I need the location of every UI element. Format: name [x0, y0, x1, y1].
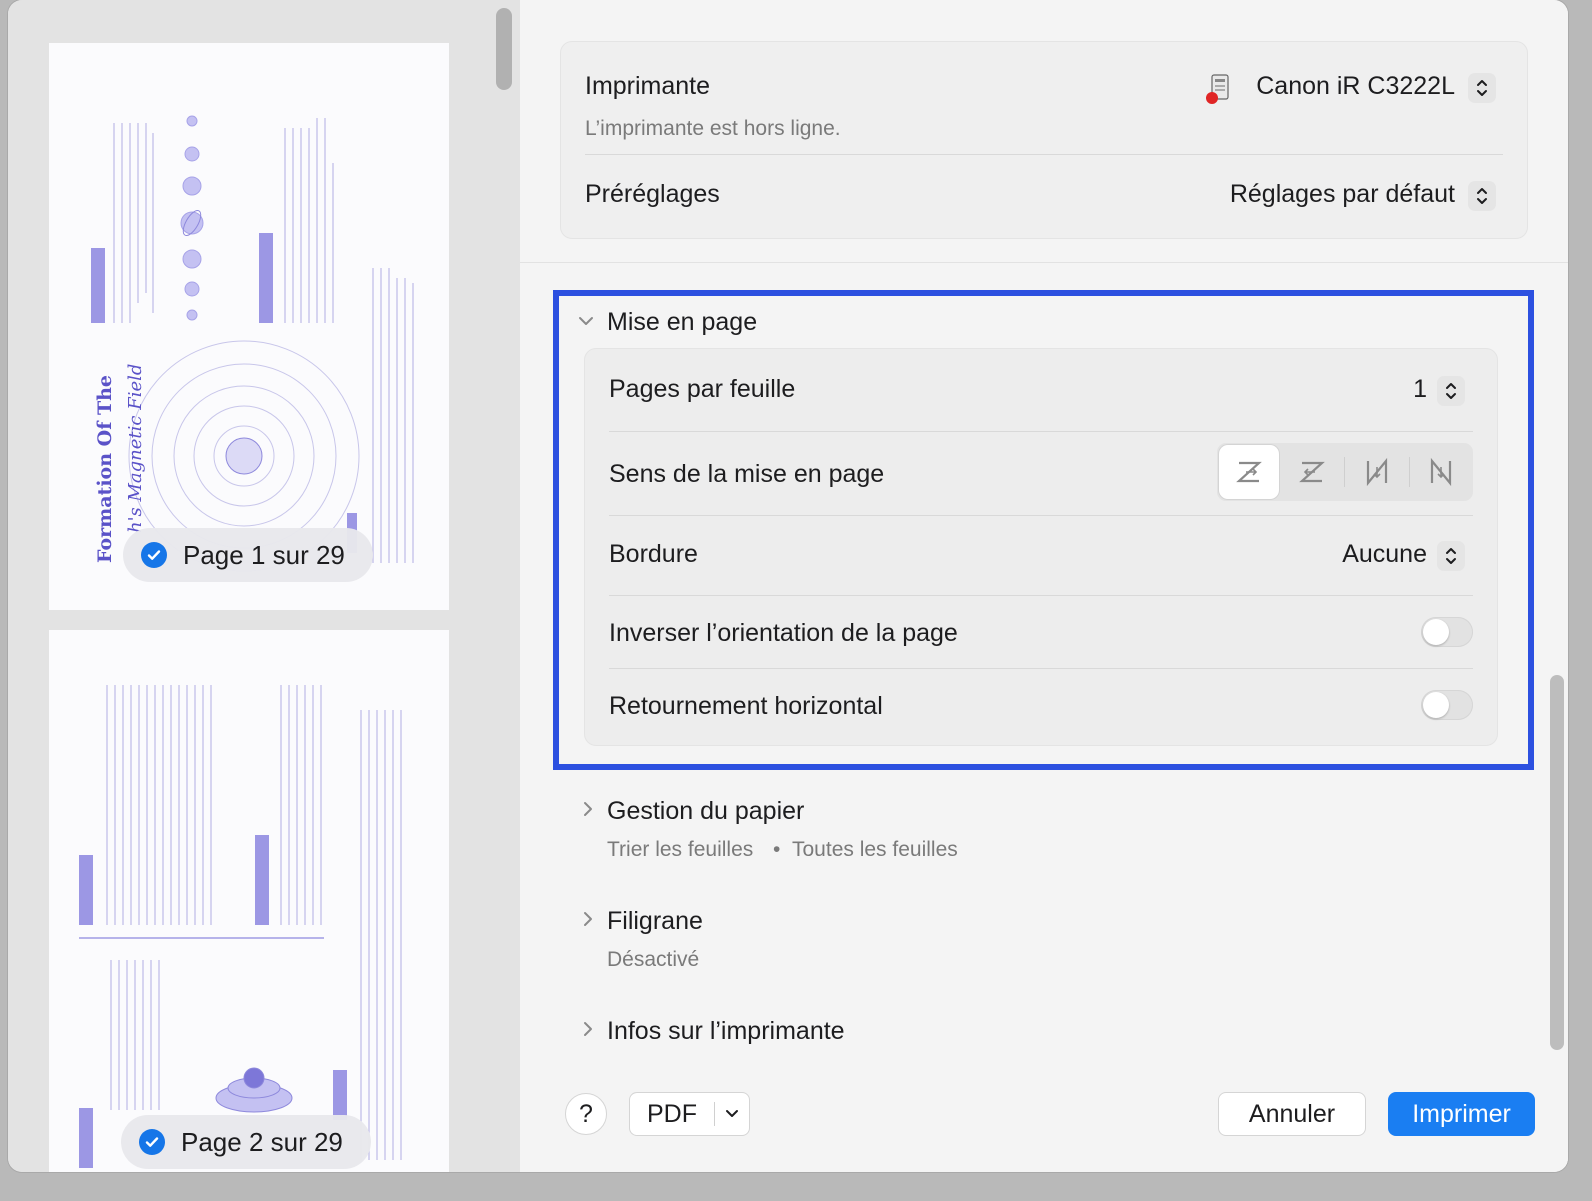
print-button[interactable]: Imprimer [1388, 1092, 1535, 1136]
pages-per-sheet-stepper[interactable] [1437, 376, 1465, 406]
svg-text:h's Magnetic Field: h's Magnetic Field [125, 364, 146, 533]
chevron-right-icon[interactable] [582, 801, 594, 822]
page-thumbnail-1[interactable]: Formation Of The h's Magnetic Field [49, 43, 449, 610]
preview-scrollbar[interactable] [496, 8, 512, 90]
settings-pane: Imprimante L’imprimante est hors ligne. … [520, 0, 1568, 1172]
border-select[interactable]: Aucune [1342, 540, 1427, 569]
checkmark-icon [139, 1129, 165, 1155]
divider [585, 154, 1503, 155]
presets-label: Préréglages [585, 180, 720, 208]
print-dialog: Formation Of The h's Magnetic Field Page… [8, 0, 1568, 1172]
presets-select-stepper[interactable] [1468, 181, 1496, 211]
settings-scrollbar[interactable] [1550, 675, 1564, 1050]
n-reverse-icon[interactable] [1345, 443, 1409, 501]
layout-direction-segmented-control[interactable] [1217, 443, 1473, 501]
printer-status: L’imprimante est hors ligne. [585, 117, 841, 140]
divider [609, 668, 1473, 669]
page-1-preview-graphic: Formation Of The h's Magnetic Field [91, 115, 414, 572]
layout-direction-label: Sens de la mise en page [609, 460, 885, 488]
divider [609, 515, 1473, 516]
pdf-menu-button[interactable]: PDF [629, 1092, 750, 1136]
z-forward-icon[interactable] [1219, 445, 1279, 499]
page-1-label: Page 1 sur 29 [183, 539, 345, 570]
pdf-label: PDF [647, 1099, 697, 1128]
reverse-orientation-toggle[interactable] [1421, 617, 1473, 647]
watermark-summary: Désactivé [607, 948, 700, 971]
border-stepper[interactable] [1437, 541, 1465, 571]
printer-select[interactable]: Canon iR C3222L [1256, 72, 1455, 101]
presets-select[interactable]: Réglages par défaut [1230, 180, 1455, 209]
layout-section-title[interactable]: Mise en page [607, 308, 757, 337]
page-2-badge[interactable]: Page 2 sur 29 [121, 1115, 371, 1169]
layout-card: Pages par feuille 1 Sens de la mise en p… [584, 348, 1498, 746]
svg-text:Formation Of The: Formation Of The [94, 375, 116, 563]
up-down-chevron-icon [1477, 80, 1487, 96]
printer-offline-icon [1203, 73, 1233, 110]
up-down-chevron-icon [1446, 383, 1456, 399]
summary-separator: • [773, 838, 781, 861]
paper-handling-summary-a: Trier les feuilles [607, 838, 754, 861]
checkmark-icon [141, 542, 167, 568]
reverse-orientation-label: Inverser l’orientation de la page [609, 619, 958, 647]
printer-info-title[interactable]: Infos sur l’imprimante [607, 1017, 845, 1046]
page-thumbnail-2[interactable] [49, 630, 449, 1172]
up-down-chevron-icon [1477, 188, 1487, 204]
up-down-chevron-icon [1446, 548, 1456, 564]
printer-select-stepper[interactable] [1468, 73, 1496, 103]
divider [609, 595, 1473, 596]
z-reverse-icon[interactable] [1281, 443, 1345, 501]
divider [609, 431, 1473, 432]
pages-per-sheet-label: Pages par feuille [609, 375, 796, 403]
preview-pane[interactable]: Formation Of The h's Magnetic Field Page… [8, 0, 520, 1172]
dialog-footer: ? PDF Annuler Imprimer [520, 1070, 1568, 1172]
chevron-right-icon[interactable] [582, 1021, 594, 1042]
n-forward-icon[interactable] [1410, 443, 1474, 501]
paper-handling-title[interactable]: Gestion du papier [607, 797, 804, 826]
section-divider [520, 262, 1568, 263]
page-2-label: Page 2 sur 29 [181, 1126, 343, 1157]
border-label: Bordure [609, 540, 698, 568]
page-2-preview-graphic [79, 685, 402, 1168]
flip-horizontal-label: Retournement horizontal [609, 692, 883, 720]
printer-label: Imprimante [585, 72, 711, 100]
toggle-knob [1423, 619, 1449, 645]
cancel-button[interactable]: Annuler [1218, 1092, 1366, 1136]
chevron-down-icon[interactable] [715, 1109, 749, 1119]
chevron-down-icon[interactable] [578, 314, 594, 333]
toggle-knob [1423, 692, 1449, 718]
paper-handling-summary-b: Toutes les feuilles [792, 838, 958, 861]
help-button[interactable]: ? [565, 1093, 607, 1135]
chevron-right-icon[interactable] [582, 911, 594, 932]
pages-per-sheet-select[interactable]: 1 [1413, 375, 1427, 404]
flip-horizontal-toggle[interactable] [1421, 690, 1473, 720]
page-1-badge[interactable]: Page 1 sur 29 [123, 528, 373, 582]
printer-card: Imprimante L’imprimante est hors ligne. … [560, 41, 1528, 239]
watermark-title[interactable]: Filigrane [607, 907, 703, 936]
